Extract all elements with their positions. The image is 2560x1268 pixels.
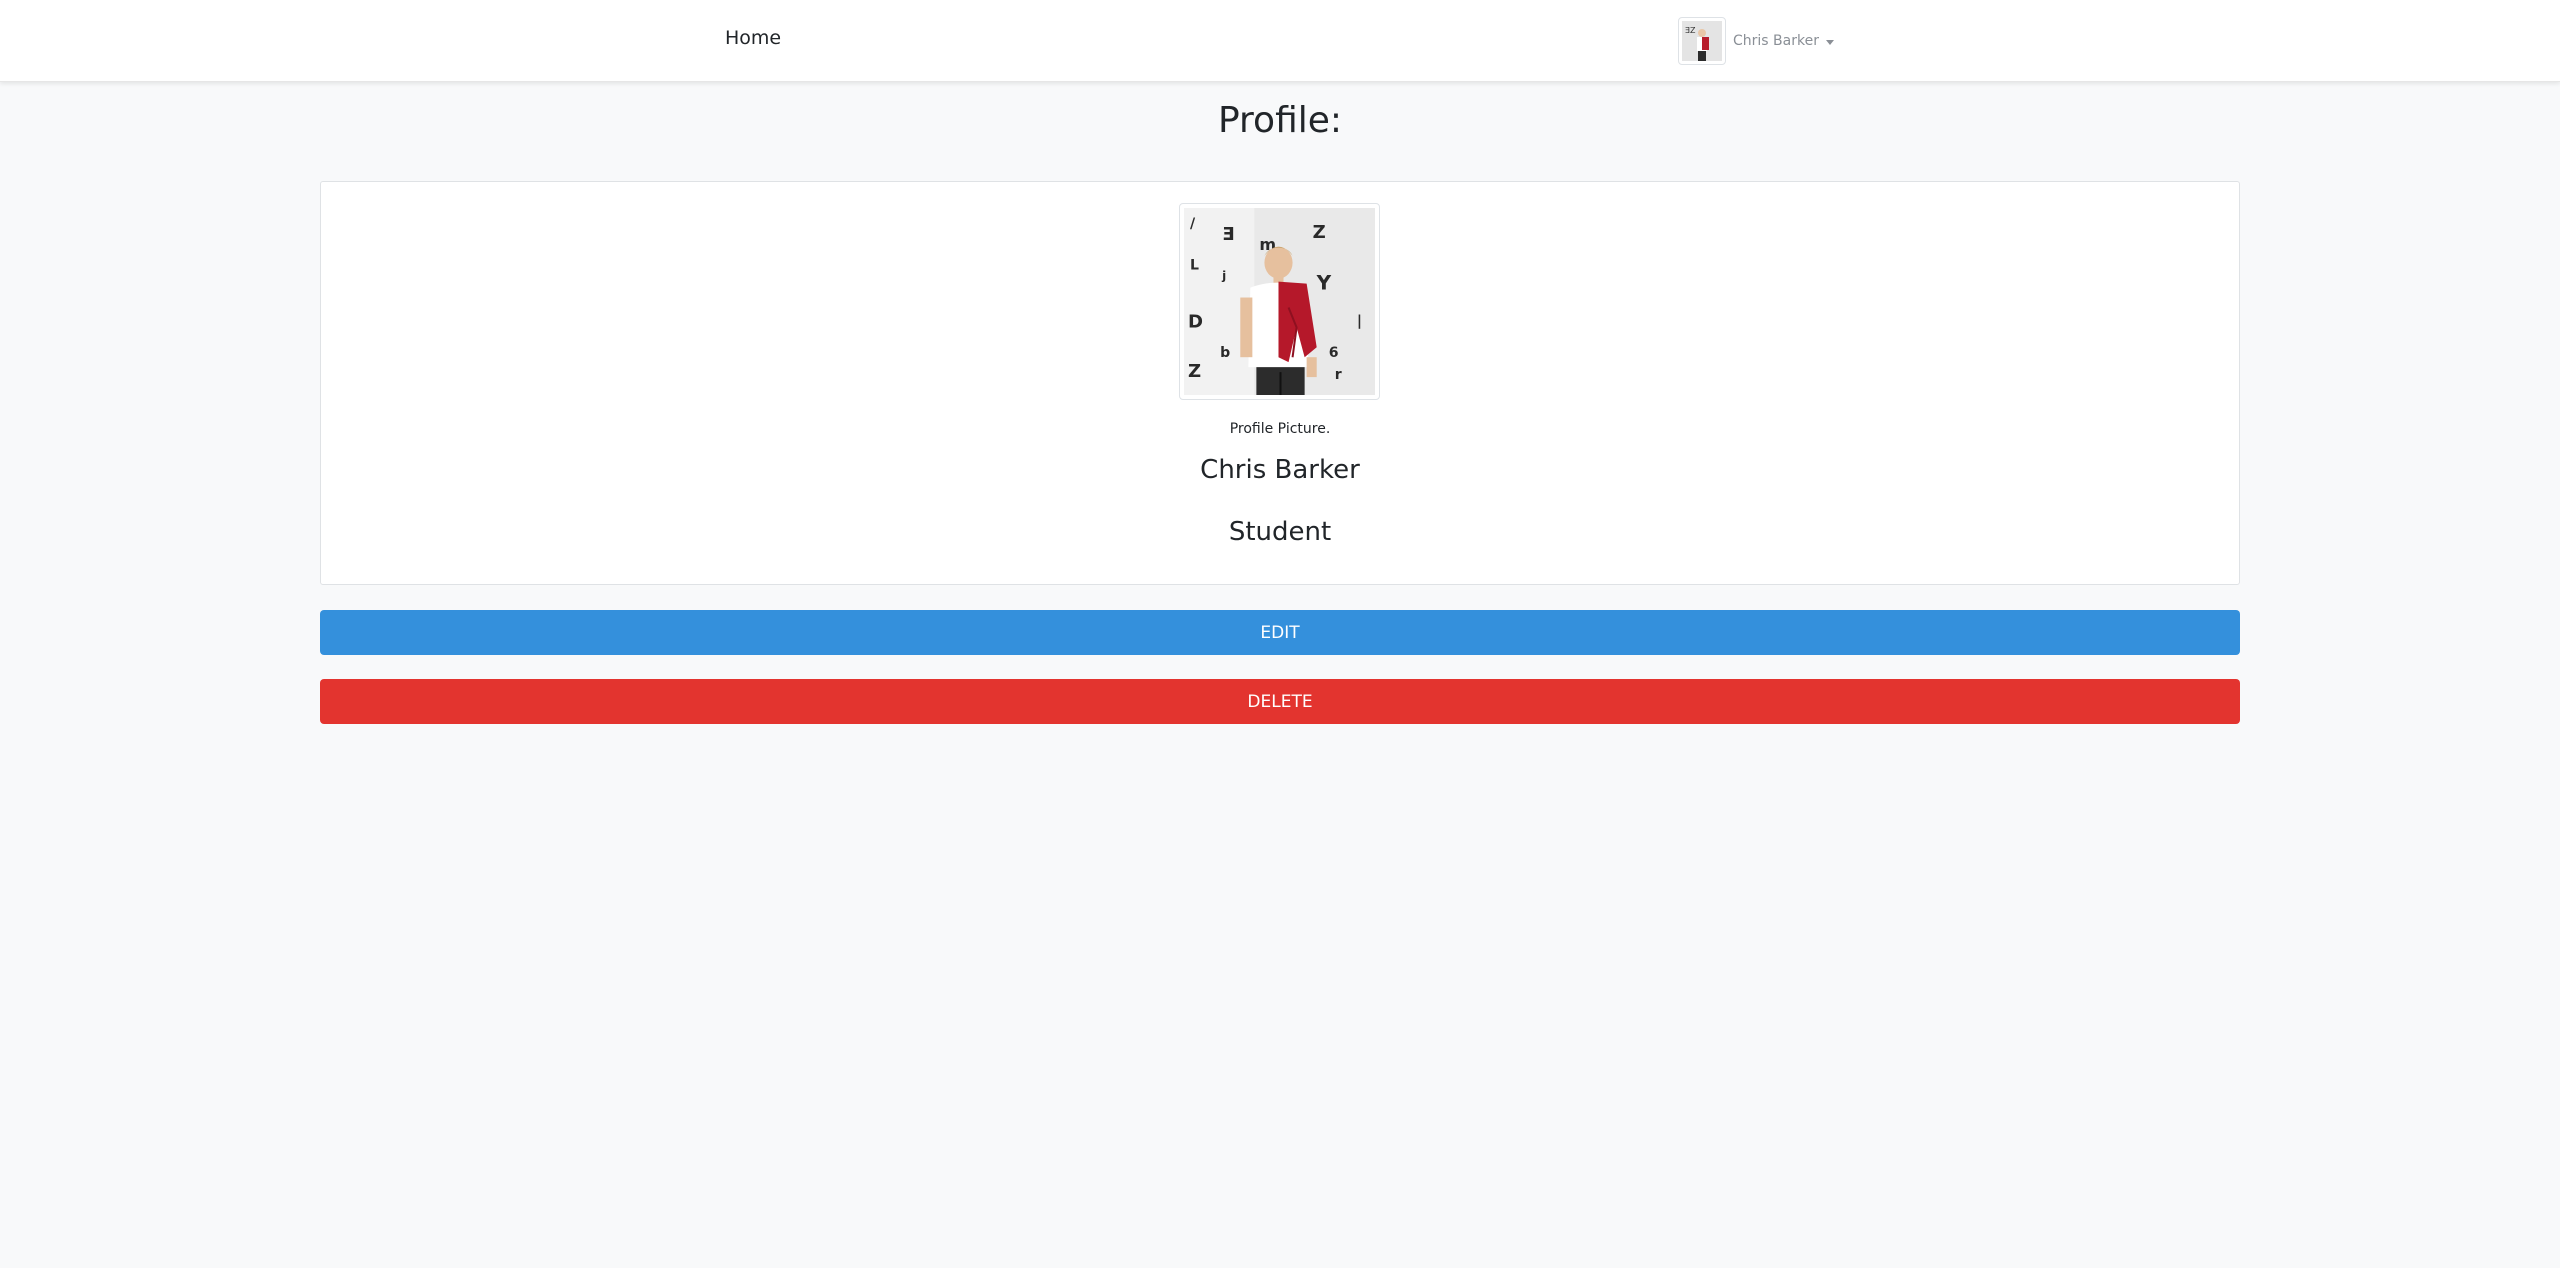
profile-name: Chris Barker <box>1200 455 1360 485</box>
svg-text:Z: Z <box>1188 361 1201 382</box>
svg-text:j: j <box>1221 269 1226 283</box>
svg-text:r: r <box>1335 367 1342 383</box>
svg-text:Ǝ: Ǝ <box>1222 224 1234 245</box>
caret-down-icon <box>1825 39 1834 45</box>
svg-text:/: / <box>1190 216 1196 232</box>
svg-text:Z: Z <box>1313 222 1326 243</box>
svg-text:Y: Y <box>1316 271 1332 295</box>
user-name: Chris Barker <box>1733 33 1819 49</box>
profile-picture-caption: Profile Picture. <box>1229 421 1331 437</box>
svg-text:|: | <box>1357 313 1362 329</box>
top-navbar: Home ƎZ Chris Barker <box>0 0 2560 82</box>
profile-picture: / Ǝ m Z L j Y D Z b | 6 r <box>1179 203 1380 400</box>
delete-button[interactable]: DELETE <box>320 679 2240 724</box>
svg-text:L: L <box>1190 258 1199 274</box>
profile-photo-icon: / Ǝ m Z L j Y D Z b | 6 r <box>1184 208 1375 395</box>
avatar: ƎZ <box>1678 17 1726 65</box>
nav-home-link[interactable]: Home <box>725 27 781 49</box>
page-title: Profile: <box>1217 100 1343 141</box>
user-dropdown-toggle[interactable]: ƎZ Chris Barker <box>1678 17 1834 65</box>
edit-button[interactable]: EDIT <box>320 610 2240 655</box>
avatar-photo-icon: ƎZ <box>1682 21 1722 61</box>
svg-text:6: 6 <box>1329 345 1339 361</box>
profile-role: Student <box>1228 517 1332 547</box>
svg-text:D: D <box>1188 311 1203 332</box>
svg-text:b: b <box>1220 345 1230 361</box>
svg-text:ƎZ: ƎZ <box>1685 26 1696 35</box>
